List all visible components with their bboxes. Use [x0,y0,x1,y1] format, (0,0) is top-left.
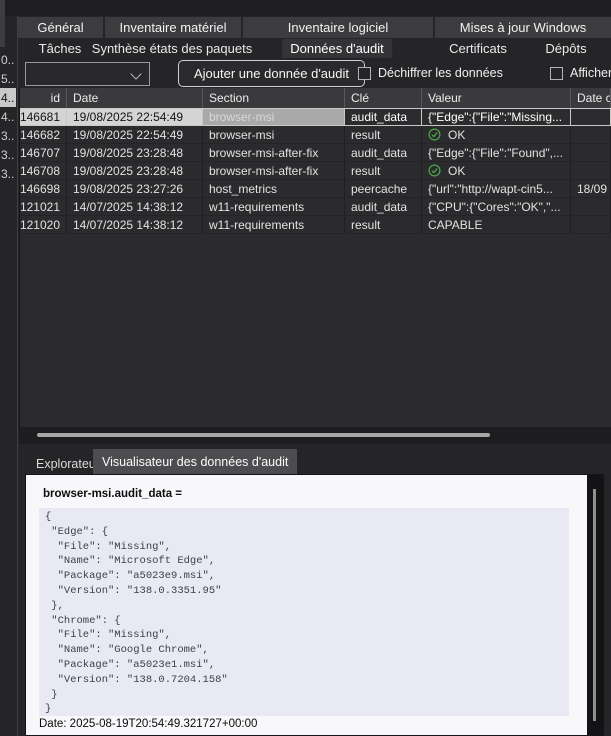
cell-key: audit_data [345,108,422,126]
cell-date: 14/07/2025 14:38:12 [67,198,203,216]
checkbox-label: Déchiffrer les données [378,66,503,80]
audit-data-grid: id Date Section Clé Valeur Date c 146681… [19,88,611,427]
tab-certificats[interactable]: Certificats [441,39,515,58]
cell-value: {"Edge":{"File":"Found",... [422,144,571,162]
list-item[interactable]: 0.. [0,50,16,69]
cell-date: 14/07/2025 14:38:12 [67,216,203,234]
cell-date: 19/08/2025 23:28:48 [67,144,203,162]
grid-header: id Date Section Clé Valeur Date c [20,88,611,108]
checkbox-icon[interactable] [550,67,563,80]
list-item[interactable]: 3.. [0,164,16,183]
vertical-scrollbar-thumb[interactable] [593,489,596,721]
decrypt-data-checkbox[interactable]: Déchiffrer les données [358,65,503,81]
table-row[interactable]: 146707 19/08/2025 23:28:48 browser-msi-a… [20,144,611,162]
ok-check-icon [428,128,441,141]
cell-date2 [571,162,611,180]
tab-donnees-audit[interactable]: Données d'audit [282,39,392,58]
cell-section: host_metrics [203,180,345,198]
cell-id: 146681 [20,108,67,126]
column-header-date[interactable]: Date [67,88,203,108]
column-header-date-c[interactable]: Date c [571,88,611,108]
cell-date2 [571,144,611,162]
column-header-valeur[interactable]: Valeur [422,88,571,108]
checkbox-icon[interactable] [358,67,371,80]
cell-id: 146708 [20,162,67,180]
cell-date2: 18/09 [571,180,611,198]
tab-general[interactable]: Général [18,17,103,38]
chevron-down-icon [130,68,141,79]
cell-id: 146707 [20,144,67,162]
cell-key: peercache [345,180,422,198]
table-row[interactable]: 146698 19/08/2025 23:27:26 host_metrics … [20,180,611,198]
audit-data-viewer-panel: browser-msi.audit_data = { "Edge": { "Fi… [25,474,604,736]
column-header-id[interactable]: id [20,88,67,108]
list-item-selected[interactable]: 4.. [0,88,16,107]
panel-splitter[interactable] [17,16,18,736]
list-item[interactable]: 4.. [0,107,16,126]
json-content: { "Edge": { "File": "Missing", "Name": "… [39,508,569,716]
cell-value: {"Edge":{"File":"Missing... [422,108,571,126]
table-row[interactable]: 146682 19/08/2025 22:54:49 browser-msi r… [20,126,611,144]
cell-key: result [345,216,422,234]
cell-key: audit_data [345,144,422,162]
table-row-selected[interactable]: 146681 19/08/2025 22:54:49 browser-msi a… [20,108,611,126]
cell-id: 146698 [20,180,67,198]
cell-id: 121021 [20,198,67,216]
cell-date: 19/08/2025 22:54:49 [67,108,203,126]
cell-value: CAPABLE [422,216,571,234]
cell-value: {"CPU":{"Cores":"OK","... [422,198,571,216]
tab-visualisateur-donnees-audit[interactable]: Visualisateur des données d'audit [93,449,297,474]
column-header-cle[interactable]: Clé [345,88,422,108]
table-row[interactable]: 121021 14/07/2025 14:38:12 w11-requireme… [20,198,611,216]
cell-value: {"url":"http://wapt-cin5... [422,180,571,198]
list-item[interactable]: 3.. [0,126,16,145]
cell-section: w11-requirements [203,216,345,234]
table-row[interactable]: 121020 14/07/2025 14:38:12 w11-requireme… [20,216,611,234]
tab-inventaire-materiel[interactable]: Inventaire matériel [105,17,241,38]
cell-section: browser-msi-after-fix [203,144,345,162]
show-checkbox[interactable]: Afficher [550,65,611,81]
cell-section: browser-msi-after-fix [203,162,345,180]
vertical-scrollbar[interactable] [587,475,603,735]
list-item[interactable]: 3.. [0,145,16,164]
cell-date2 [571,108,611,126]
cell-date2 [571,126,611,144]
top-bar [0,0,611,16]
wapt-console-window: 0.. 5.. 4.. 4.. 3.. 3.. 3.. Général Inve… [0,0,611,736]
ok-check-icon [428,164,441,177]
tab-taches[interactable]: Tâches [31,39,90,58]
left-accent-bar [0,0,5,47]
cell-date: 19/08/2025 22:54:49 [67,126,203,144]
audit-date-label: Date: 2025-08-19T20:54:49.321727+00:00 [39,718,257,730]
cell-date: 19/08/2025 23:27:26 [67,180,203,198]
checkbox-label: Afficher [570,66,611,80]
viewer-heading: browser-msi.audit_data = [43,488,182,500]
add-audit-data-button[interactable]: Ajouter une donnée d'audit [178,60,365,87]
cell-id: 146682 [20,126,67,144]
cell-value: OK [422,126,571,144]
cell-key: result [345,126,422,144]
horizontal-scrollbar[interactable] [19,427,611,444]
table-row[interactable]: 146708 19/08/2025 23:28:48 browser-msi-a… [20,162,611,180]
tab-depots[interactable]: Dépôts [537,39,594,58]
tab-mises-a-jour-windows[interactable]: Mises à jour Windows [435,17,611,38]
tab-inventaire-logiciel[interactable]: Inventaire logiciel [243,17,433,38]
cell-id: 121020 [20,216,67,234]
cell-section: browser-msi [203,108,345,126]
audit-filter-combobox[interactable] [25,62,150,86]
column-header-section[interactable]: Section [203,88,345,108]
tab-synthese-etats-paquets[interactable]: Synthèse états des paquets [84,39,260,58]
cell-key: result [345,162,422,180]
cell-key: audit_data [345,198,422,216]
cell-date2 [571,216,611,234]
cell-section: browser-msi [203,126,345,144]
horizontal-scrollbar-thumb[interactable] [37,433,490,437]
list-item[interactable]: 5.. [0,69,16,88]
cell-section: w11-requirements [203,198,345,216]
cell-value: OK [422,162,571,180]
cell-date: 19/08/2025 23:28:48 [67,162,203,180]
cell-date2 [571,198,611,216]
main-tab-bar: Général Inventaire matériel Inventaire l… [18,17,611,38]
